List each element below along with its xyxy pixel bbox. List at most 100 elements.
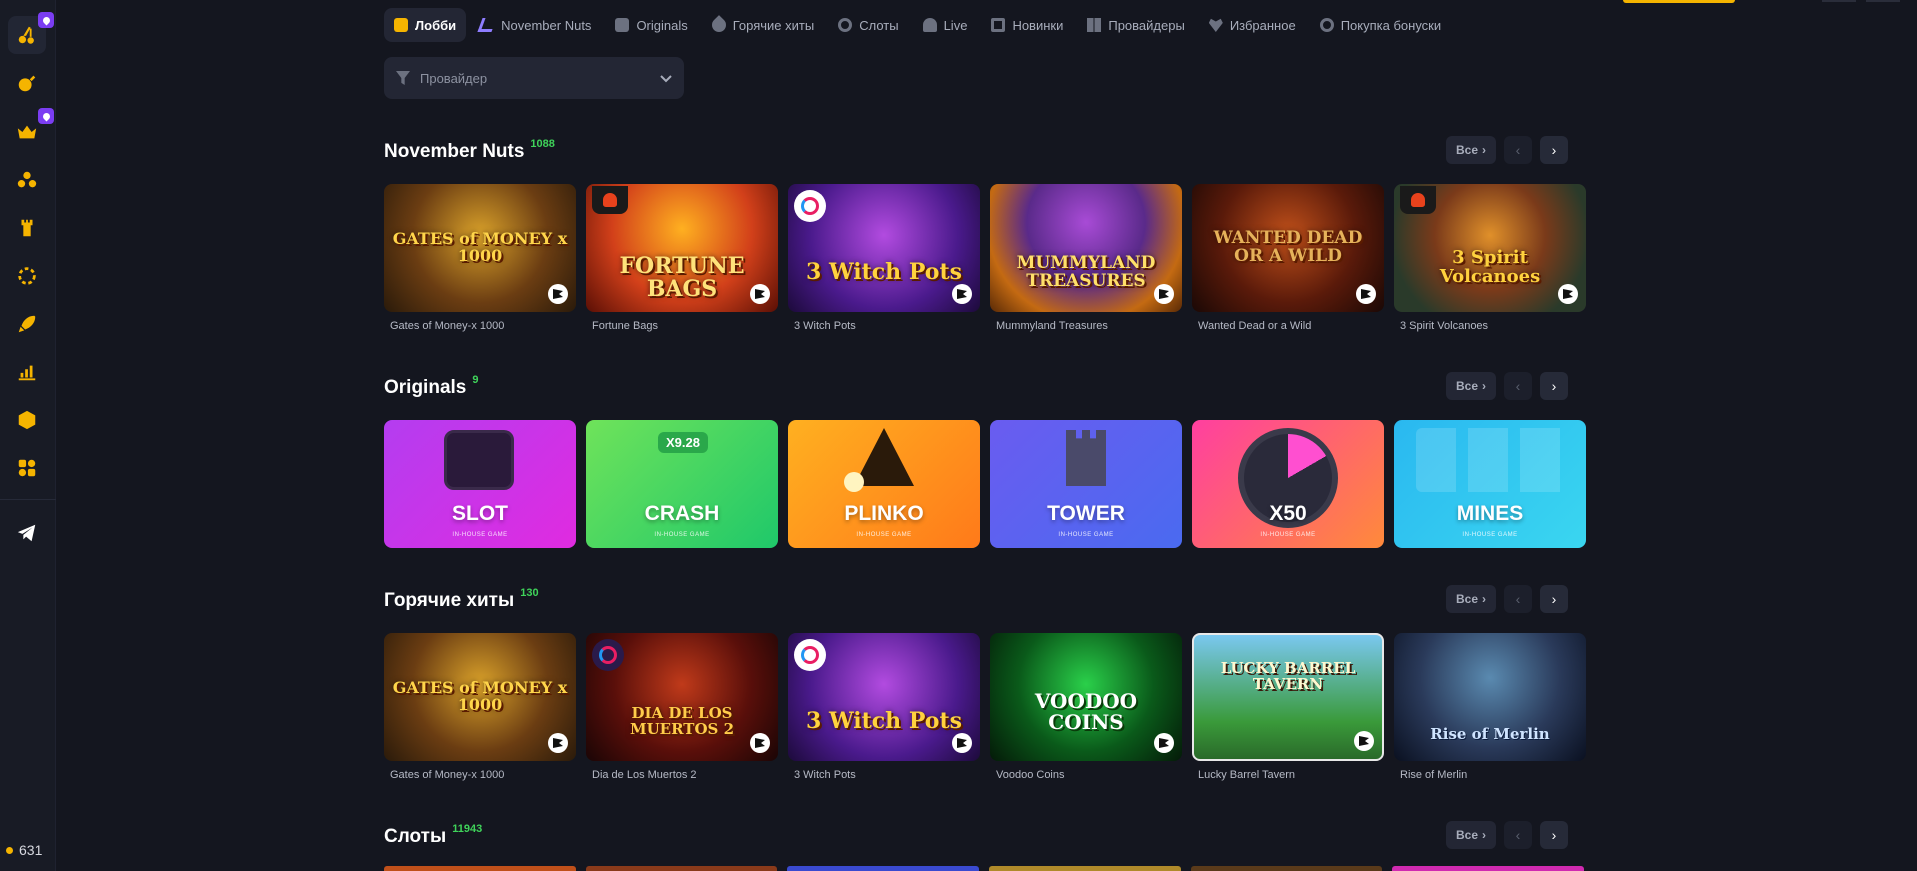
game-thumbnail[interactable]: [989, 866, 1181, 871]
game-card[interactable]: GATES of MONEY x 1000 Gates of Money-x 1…: [384, 184, 576, 332]
original-game-card[interactable]: PLINKO IN-HOUSE GAME: [788, 420, 980, 548]
prev-arrow-button[interactable]: ‹: [1504, 372, 1533, 400]
favorite-flag-icon[interactable]: [1154, 284, 1174, 304]
view-all-button[interactable]: Все ›: [1446, 136, 1497, 164]
game-card[interactable]: GATES of MONEY x 1000 Gates of Money-x 1…: [384, 633, 576, 781]
game-thumbnail[interactable]: Rise of Merlin: [1394, 633, 1586, 761]
next-arrow-button[interactable]: ›: [1540, 372, 1569, 400]
view-all-button[interactable]: Все ›: [1446, 372, 1497, 400]
game-thumbnail[interactable]: [787, 866, 980, 871]
favorite-flag-icon[interactable]: [750, 733, 770, 753]
header-accent-button[interactable]: [1623, 0, 1735, 3]
game-card[interactable]: DIA DE LOS MUERTOS 2 Dia de Los Muertos …: [586, 633, 778, 781]
grid-icon[interactable]: [12, 453, 42, 483]
game-thumbnail[interactable]: [384, 866, 576, 871]
prev-arrow-button[interactable]: ‹: [1504, 821, 1533, 849]
game-card[interactable]: Rise of Merlin Rise of Merlin: [1394, 633, 1586, 781]
view-all-button[interactable]: Все ›: [1446, 585, 1497, 613]
original-game-title: CRASH: [644, 502, 720, 525]
game-thumbnail[interactable]: 3 Spirit Volcanoes: [1394, 184, 1586, 312]
game-card[interactable]: WANTED DEAD OR A WILD Wanted Dead or a W…: [1192, 184, 1384, 332]
game-thumbnail[interactable]: [585, 866, 778, 871]
game-thumbnail[interactable]: LUCKY BARREL TAVERN: [1192, 633, 1384, 761]
header-button[interactable]: [1866, 0, 1900, 2]
game-card[interactable]: 3 Witch Pots 3 Witch Pots: [788, 184, 980, 332]
game-art-title: 3 Witch Pots: [805, 708, 963, 735]
game-thumbnail[interactable]: SLOT IN-HOUSE GAME: [384, 420, 576, 548]
tab-label: Слоты: [859, 17, 899, 33]
telegram-icon[interactable]: [12, 518, 42, 548]
game-art-title: DIA DE LOS MUERTOS 2: [629, 704, 735, 738]
game-thumbnail[interactable]: X50 IN-HOUSE GAME: [1192, 420, 1384, 548]
game-thumbnail[interactable]: MUMMYLAND TREASURES: [990, 184, 1182, 312]
game-card[interactable]: MUMMYLAND TREASURES Mummyland Treasures: [990, 184, 1182, 332]
game-thumbnail[interactable]: PLINKO IN-HOUSE GAME: [788, 420, 980, 548]
poker-chips-icon[interactable]: [12, 165, 42, 195]
game-thumbnail[interactable]: FORTUNE BAGS: [586, 184, 778, 312]
prev-arrow-button[interactable]: ‹: [1504, 585, 1533, 613]
favorite-flag-icon[interactable]: [952, 733, 972, 753]
tab-live[interactable]: Live: [913, 8, 978, 42]
favorite-flag-icon[interactable]: [750, 284, 770, 304]
game-card[interactable]: 3 Spirit Volcanoes 3 Spirit Volcanoes: [1394, 184, 1586, 332]
game-thumbnail[interactable]: 3 Witch Pots: [788, 633, 980, 761]
tab-hot-hits[interactable]: Горячие хиты: [702, 8, 824, 42]
favorite-flag-icon[interactable]: [548, 733, 568, 753]
original-game-card[interactable]: X50 IN-HOUSE GAME: [1192, 420, 1384, 548]
game-thumbnail[interactable]: [1392, 866, 1585, 871]
game-card[interactable]: VOODOO COINS Voodoo Coins: [990, 633, 1182, 781]
next-arrow-button[interactable]: ›: [1540, 136, 1569, 164]
game-thumbnail[interactable]: TOWER IN-HOUSE GAME: [990, 420, 1182, 548]
favorite-flag-icon[interactable]: [1154, 733, 1174, 753]
original-game-title: SLOT: [452, 502, 508, 525]
chart-icon[interactable]: [12, 357, 42, 387]
chevron-right-icon: ›: [1482, 379, 1487, 393]
bomb-icon[interactable]: [12, 68, 42, 98]
tower-icon: [1066, 430, 1106, 486]
original-game-card[interactable]: X9.28 CRASH IN-HOUSE GAME: [586, 420, 778, 548]
game-card[interactable]: LUCKY BARREL TAVERN Lucky Barrel Tavern: [1192, 633, 1384, 781]
next-arrow-button[interactable]: ›: [1540, 821, 1569, 849]
game-thumbnail[interactable]: WANTED DEAD OR A WILD: [1192, 184, 1384, 312]
favorite-flag-icon[interactable]: [1356, 284, 1376, 304]
game-card[interactable]: 3 Witch Pots 3 Witch Pots: [788, 633, 980, 781]
tab-bonus-buy[interactable]: Покупка бонуски: [1310, 8, 1451, 42]
original-game-title: MINES: [1456, 502, 1524, 525]
game-card[interactable]: FORTUNE BAGS Fortune Bags: [586, 184, 778, 332]
next-arrow-button[interactable]: ›: [1540, 585, 1569, 613]
tab-favorites[interactable]: Избранное: [1199, 8, 1306, 42]
original-game-card[interactable]: SLOT IN-HOUSE GAME: [384, 420, 576, 548]
original-game-card[interactable]: MINES IN-HOUSE GAME: [1394, 420, 1586, 548]
tab-providers[interactable]: Провайдеры: [1077, 8, 1194, 42]
game-thumbnail[interactable]: VOODOO COINS: [990, 633, 1182, 761]
rocket-icon[interactable]: [12, 309, 42, 339]
sidebar: 631: [0, 0, 56, 871]
wheel-icon[interactable]: [12, 261, 42, 291]
game-thumbnail[interactable]: GATES of MONEY x 1000: [384, 184, 576, 312]
prev-arrow-button[interactable]: ‹: [1504, 136, 1533, 164]
tab-lobby[interactable]: Лобби: [384, 8, 467, 42]
game-thumbnail[interactable]: 3 Witch Pots: [788, 184, 980, 312]
favorite-flag-icon[interactable]: [1558, 284, 1578, 304]
header-button[interactable]: [1822, 0, 1856, 2]
tab-originals[interactable]: Originals: [605, 8, 697, 42]
tab-november-nuts[interactable]: November Nuts: [470, 8, 601, 42]
favorite-flag-icon[interactable]: [1354, 731, 1374, 751]
favorite-flag-icon[interactable]: [952, 284, 972, 304]
game-thumbnail[interactable]: MINES IN-HOUSE GAME: [1394, 420, 1586, 548]
providers-icon: [1087, 18, 1102, 32]
favorite-flag-icon[interactable]: [548, 284, 568, 304]
dice-icon[interactable]: [12, 405, 42, 435]
provider-select[interactable]: Провайдер: [384, 57, 684, 99]
original-game-card[interactable]: TOWER IN-HOUSE GAME: [990, 420, 1182, 548]
original-game-subtitle: IN-HOUSE GAME: [1260, 532, 1316, 538]
tower-icon[interactable]: [12, 213, 42, 243]
online-count: 631: [19, 842, 43, 858]
tab-slots[interactable]: Слоты: [828, 8, 908, 42]
tab-new[interactable]: Новинки: [981, 8, 1073, 42]
game-thumbnail[interactable]: GATES of MONEY x 1000: [384, 633, 576, 761]
view-all-button[interactable]: Все ›: [1446, 821, 1497, 849]
game-thumbnail[interactable]: DIA DE LOS MUERTOS 2: [586, 633, 778, 761]
game-thumbnail[interactable]: X9.28 CRASH IN-HOUSE GAME: [586, 420, 778, 548]
game-thumbnail[interactable]: [1190, 866, 1383, 871]
